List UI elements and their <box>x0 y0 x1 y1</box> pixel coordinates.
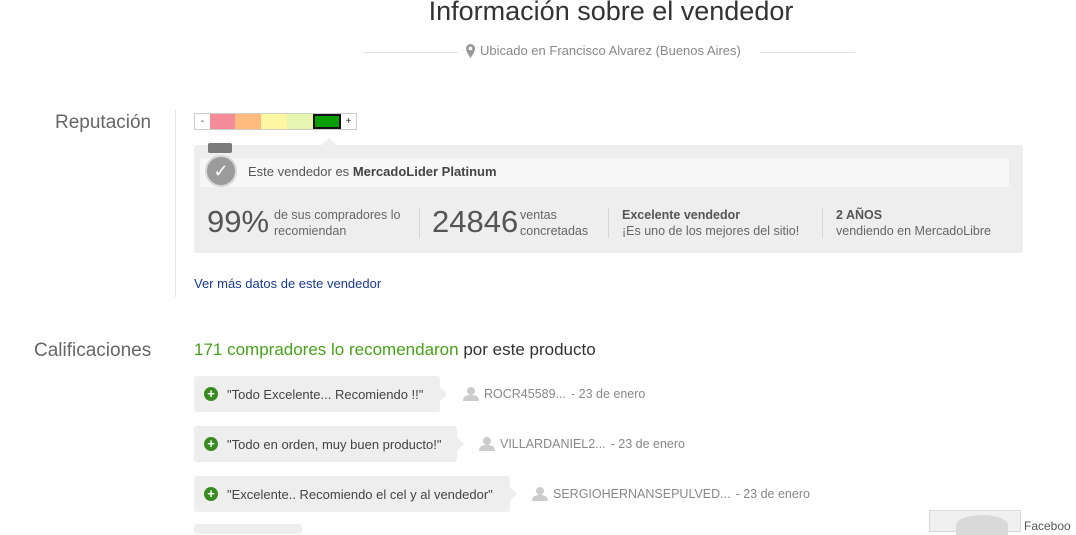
ratings-summary-rest: por este producto <box>463 340 596 359</box>
user-icon <box>463 387 479 401</box>
reputation-vertical-line <box>175 110 176 297</box>
plus-icon: + <box>204 487 218 501</box>
stat-separator <box>822 208 823 238</box>
thermometer-pointer <box>321 138 337 145</box>
stat-recommend-line2: recomiendan <box>274 224 347 238</box>
stat-sales-line1: ventas <box>520 208 557 222</box>
stat-recommend-percent: 99% <box>207 204 270 239</box>
ratings-label: Calificaciones <box>34 340 152 361</box>
plus-icon: + <box>204 437 218 451</box>
rating-comment: "Todo Excelente... Recomiendo !!" <box>227 386 424 402</box>
plus-icon: + <box>204 387 218 401</box>
rating-date: - 23 de enero <box>610 436 685 451</box>
thermometer-level-5-active <box>313 114 341 129</box>
ratings-summary: 171 compradores lo recomendaron por este… <box>194 340 596 360</box>
rating-comment-bubble: + "Excelente.. Recomiendo el cel y al ve… <box>194 476 517 512</box>
stat-separator <box>419 208 420 238</box>
rating-comment: "Excelente.. Recomiendo el cel y al vend… <box>227 486 493 502</box>
user-icon <box>532 487 548 501</box>
user-icon <box>479 437 495 451</box>
location-pin-icon <box>466 43 475 58</box>
rating-date: - 23 de enero <box>570 386 646 401</box>
stat-years-desc: vendiendo en MercadoLibre <box>836 224 991 238</box>
divider-left <box>363 52 458 53</box>
mercadolider-level: MercadoLider Platinum <box>352 164 497 179</box>
facebook-avatar <box>956 515 1008 535</box>
mercadolider-prefix: Este vendedor es <box>248 164 350 179</box>
location-text: Ubicado en Francisco Alvarez (Buenos Air… <box>480 43 741 58</box>
rating-user: VILLARDANIEL2... <box>500 436 606 451</box>
rating-meta: SERGIOHERNANSEPULVED... - 23 de enero <box>532 486 810 501</box>
stat-excellent-seller: Excelente vendedor ¡Es uno de los mejore… <box>622 207 799 239</box>
rating-meta: VILLARDANIEL2... - 23 de enero <box>479 436 685 451</box>
stat-sales-line2: concretadas <box>520 224 589 238</box>
stat-years: 2 AÑOS vendiendo en MercadoLibre <box>836 207 991 239</box>
divider-right <box>760 52 855 53</box>
rating-comment: "Todo en orden, muy buen producto!" <box>227 436 442 452</box>
thermometer-plus: + <box>341 114 356 129</box>
thermometer-level-2 <box>235 114 261 129</box>
ratings-summary-count: 171 compradores lo recomendaron <box>194 340 459 359</box>
stat-separator <box>608 208 609 238</box>
rating-comment-bubble: + "Todo en orden, muy buen producto!" <box>194 426 464 462</box>
rating-meta: ROCR45589... - 23 de enero <box>463 386 645 401</box>
rating-user: ROCR45589... <box>484 386 566 401</box>
seller-location: Ubicado en Francisco Alvarez (Buenos Air… <box>466 43 741 58</box>
stat-sales-count: 24846 <box>432 204 519 239</box>
rating-comment-bubble <box>194 524 302 534</box>
more-seller-data-link[interactable]: Ver más datos de este vendedor <box>194 276 381 291</box>
rating-user: SERGIOHERNANSEPULVED... <box>553 486 731 501</box>
stat-recommend-desc: de sus compradores lo recomiendan <box>274 207 400 239</box>
stat-sales-desc: ventas concretadas <box>520 207 588 239</box>
reputation-thermometer: - + <box>194 113 357 130</box>
medal-ribbon <box>208 143 232 153</box>
stat-years-title: 2 AÑOS <box>836 208 883 222</box>
reputation-label: Reputación <box>55 112 152 133</box>
rating-comment-bubble: + "Todo Excelente... Recomiendo !!" <box>194 376 447 412</box>
facebook-label[interactable]: Faceboo <box>1024 519 1071 533</box>
page-title: Información sobre el vendedor <box>428 0 794 26</box>
stat-excellent-desc: ¡Es uno de los mejores del sitio! <box>622 224 800 238</box>
stat-excellent-title: Excelente vendedor <box>622 208 741 222</box>
mercadolider-status: Este vendedor es MercadoLider Platinum <box>248 164 497 179</box>
thermometer-level-3 <box>261 114 287 129</box>
thermometer-minus: - <box>195 114 210 129</box>
thermometer-level-1 <box>210 114 235 129</box>
rating-date: - 23 de enero <box>735 486 810 501</box>
medal-check-icon: ✓ <box>205 155 237 187</box>
thermometer-level-4 <box>287 114 313 129</box>
stat-recommend-line1: de sus compradores lo <box>274 208 401 222</box>
